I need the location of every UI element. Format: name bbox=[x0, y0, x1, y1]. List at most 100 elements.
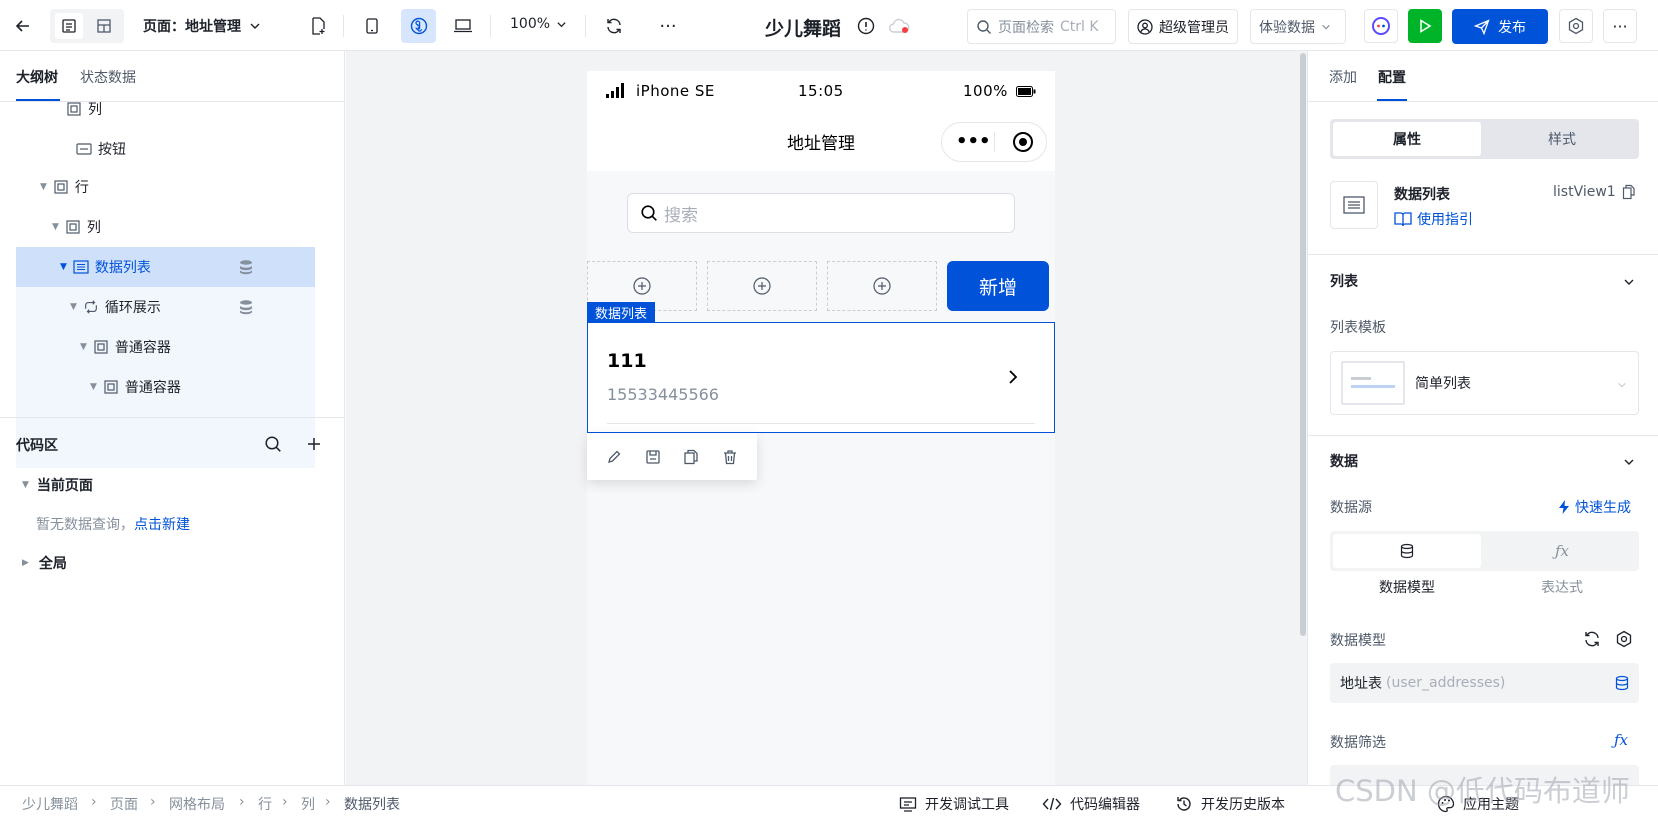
outline-tree: 列 按钮 ▼ 行 ▼ 列 ▼ 数据列表 ▼ 循环展示 ▼ 普通容器 ▼ 普通容器 bbox=[0, 102, 345, 468]
capsule-close-icon[interactable] bbox=[1012, 131, 1034, 153]
miniprogram-icon[interactable] bbox=[401, 9, 436, 43]
source-expression-label[interactable]: 表达式 bbox=[1485, 577, 1639, 597]
segment-properties[interactable]: 属性 bbox=[1333, 122, 1481, 156]
capsule-menu[interactable]: ••• bbox=[941, 122, 1047, 162]
back-arrow-icon[interactable] bbox=[10, 13, 36, 39]
chevron-down-icon[interactable] bbox=[1623, 276, 1635, 288]
copy-icon[interactable] bbox=[683, 449, 699, 465]
caret-down-icon[interactable]: ▼ bbox=[40, 182, 47, 192]
mobile-icon[interactable] bbox=[359, 13, 385, 39]
refresh-icon[interactable] bbox=[1583, 630, 1601, 648]
data-list-selected[interactable]: 111 15533445566 bbox=[587, 322, 1055, 433]
delete-icon[interactable] bbox=[722, 449, 738, 465]
tree-node-row[interactable]: ▼ 行 bbox=[16, 167, 315, 207]
global-group[interactable]: ▶ 全局 bbox=[22, 553, 67, 573]
more-dots-icon[interactable]: ••• bbox=[956, 133, 991, 151]
publish-button[interactable]: 发布 bbox=[1452, 9, 1548, 44]
play-icon bbox=[1420, 19, 1432, 33]
history-button[interactable]: 开发历史版本 bbox=[1175, 794, 1285, 814]
chevron-right-icon[interactable] bbox=[1008, 369, 1018, 385]
ai-assistant-icon[interactable] bbox=[1364, 9, 1398, 43]
code-editor-button[interactable]: 代码编辑器 bbox=[1042, 794, 1140, 814]
desktop-icon[interactable] bbox=[450, 13, 476, 39]
more-icon[interactable]: ··· bbox=[655, 13, 681, 39]
zoom-value: 100% bbox=[510, 16, 551, 32]
breadcrumb-item[interactable]: 网格布局 bbox=[169, 794, 225, 814]
component-id: listView1 bbox=[1553, 184, 1636, 200]
source-model-label[interactable]: 数据模型 bbox=[1330, 577, 1484, 597]
tree-node-container[interactable]: ▼ 普通容器 bbox=[16, 327, 315, 367]
data-filter-label: 数据筛选 bbox=[1330, 735, 1386, 751]
app-theme-button[interactable]: 应用主题 bbox=[1437, 794, 1519, 814]
breadcrumb-item[interactable]: 页面 bbox=[110, 794, 138, 814]
phone-search-input[interactable]: 搜索 bbox=[627, 193, 1015, 233]
zoom-selector[interactable]: 100% bbox=[510, 16, 567, 32]
more-options-icon[interactable]: ··· bbox=[1603, 9, 1637, 43]
breadcrumb-current[interactable]: 数据列表 bbox=[344, 794, 400, 814]
plus-circle-icon bbox=[753, 277, 771, 295]
tab-outline[interactable]: 大纲树 bbox=[16, 67, 58, 87]
publish-label: 发布 bbox=[1498, 19, 1526, 36]
empty-slot-2[interactable] bbox=[707, 261, 817, 311]
tree-node-data-list[interactable]: ▼ 数据列表 bbox=[16, 247, 315, 287]
tree-node-repeater[interactable]: ▼ 循环展示 bbox=[16, 287, 315, 327]
layout-view-icon[interactable] bbox=[90, 13, 118, 39]
page-view-icon[interactable] bbox=[55, 13, 83, 39]
info-icon[interactable] bbox=[854, 14, 878, 38]
edit-icon[interactable] bbox=[606, 449, 622, 465]
tree-node-label: 数据列表 bbox=[94, 260, 151, 276]
segment-style[interactable]: 样式 bbox=[1488, 122, 1636, 156]
caret-down-icon[interactable]: ▼ bbox=[52, 222, 59, 232]
global-label: 全局 bbox=[38, 556, 67, 572]
breadcrumb-item[interactable]: 列 bbox=[301, 794, 315, 814]
add-new-button[interactable]: 新增 bbox=[947, 261, 1049, 311]
tab-state-data[interactable]: 状态数据 bbox=[80, 67, 136, 87]
save-icon[interactable] bbox=[645, 449, 661, 465]
settings-icon[interactable] bbox=[1615, 630, 1633, 648]
section-data-title[interactable]: 数据 bbox=[1330, 451, 1358, 471]
refresh-icon[interactable] bbox=[601, 13, 627, 39]
data-filter-input[interactable] bbox=[1330, 765, 1639, 785]
user-icon bbox=[1137, 18, 1153, 35]
fx-icon[interactable]: ƒx bbox=[1488, 534, 1636, 568]
settings-icon[interactable] bbox=[1559, 9, 1593, 43]
tab-config[interactable]: 配置 bbox=[1378, 67, 1406, 87]
caret-down-icon[interactable]: ▼ bbox=[60, 262, 67, 272]
tree-node-column[interactable]: ▼ 列 bbox=[16, 207, 315, 247]
tree-node-button[interactable]: 按钮 bbox=[16, 129, 315, 169]
data-model-select[interactable]: 地址表 (user_addresses) bbox=[1330, 663, 1639, 703]
cloud-sync-icon[interactable] bbox=[886, 14, 912, 38]
breadcrumb-item[interactable]: 少儿舞蹈 bbox=[22, 794, 78, 814]
caret-down-icon[interactable]: ▼ bbox=[80, 342, 87, 352]
caret-down-icon[interactable]: ▼ bbox=[70, 302, 77, 312]
source-model-tab[interactable] bbox=[1333, 534, 1481, 568]
tab-add[interactable]: 添加 bbox=[1329, 67, 1357, 87]
empty-slot-3[interactable] bbox=[827, 261, 937, 311]
section-list-title[interactable]: 列表 bbox=[1330, 271, 1358, 291]
create-query-link[interactable]: 点击新建 bbox=[134, 517, 190, 533]
search-icon[interactable] bbox=[262, 433, 284, 455]
caret-right-icon: ▶ bbox=[22, 558, 29, 568]
env-selector[interactable]: 体验数据 bbox=[1250, 9, 1346, 44]
current-page-group[interactable]: ▼ 当前页面 bbox=[22, 475, 93, 495]
status-battery: 100% bbox=[963, 82, 1008, 100]
tree-node-column[interactable]: 列 bbox=[16, 102, 315, 129]
tree-node-container[interactable]: ▼ 普通容器 bbox=[16, 367, 315, 407]
page-search-input[interactable]: 页面检索 Ctrl K bbox=[967, 9, 1116, 44]
breadcrumb-item[interactable]: 行 bbox=[258, 794, 272, 814]
lightning-icon bbox=[1559, 500, 1569, 514]
list-template-select[interactable]: 简单列表 bbox=[1330, 351, 1639, 415]
debug-tools-button[interactable]: 开发调试工具 bbox=[899, 794, 1009, 814]
canvas-scrollbar[interactable] bbox=[1300, 53, 1306, 636]
usage-guide-link[interactable]: 使用指引 bbox=[1394, 209, 1473, 229]
fx-icon[interactable]: ƒx bbox=[1614, 731, 1628, 749]
run-preview-button[interactable] bbox=[1408, 9, 1442, 43]
chevron-down-icon[interactable] bbox=[1623, 456, 1635, 468]
page-selector[interactable]: 页面：地址管理 bbox=[143, 16, 261, 36]
new-page-icon[interactable] bbox=[305, 13, 331, 39]
quick-generate-link[interactable]: 快速生成 bbox=[1557, 497, 1631, 517]
caret-down-icon[interactable]: ▼ bbox=[90, 382, 97, 392]
add-icon[interactable] bbox=[303, 433, 325, 455]
user-role-button[interactable]: 超级管理员 bbox=[1128, 9, 1238, 44]
copy-icon[interactable] bbox=[1622, 184, 1636, 200]
